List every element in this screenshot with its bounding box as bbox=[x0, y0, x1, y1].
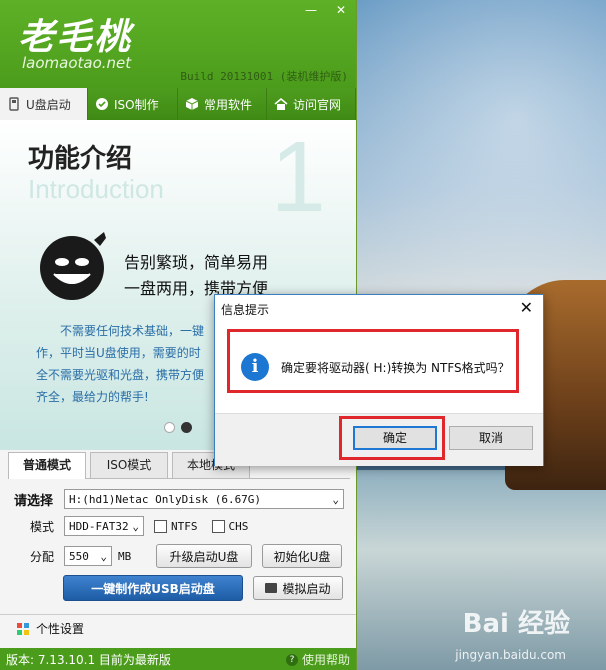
mode-row: 模式 HDD-FAT32 ⌄ NTFS CHS bbox=[30, 516, 248, 536]
box-icon bbox=[184, 96, 200, 112]
wallpaper-sea bbox=[356, 470, 606, 670]
device-label: 请选择 bbox=[14, 493, 54, 509]
usb-icon bbox=[6, 96, 22, 112]
carousel-dots bbox=[164, 422, 192, 433]
info-dialog: 信息提示 ✕ i 确定要将驱动器( H:)转换为 NTFS格式吗？ 确定 取消 bbox=[214, 294, 544, 466]
personal-settings-label: 个性设置 bbox=[36, 622, 85, 636]
tab-usb-boot[interactable]: U盘启动 bbox=[0, 88, 88, 120]
action-row: 一键制作成USB启动盘 模拟启动 bbox=[63, 575, 343, 601]
watermark-url: jingyan.baidu.com bbox=[455, 648, 566, 662]
banner-title-en: Introduction bbox=[28, 174, 164, 204]
partition-unit: MB bbox=[118, 549, 132, 563]
minimize-icon[interactable]: — bbox=[296, 0, 326, 20]
dialog-title: 信息提示 bbox=[221, 303, 270, 317]
mode-select[interactable]: HDD-FAT32 ⌄ bbox=[64, 516, 144, 536]
monitor-icon bbox=[265, 583, 278, 593]
watermark-logo: Bai 经验 bbox=[462, 609, 570, 639]
upgrade-usb-button[interactable]: 升级启动U盘 bbox=[156, 544, 252, 568]
status-bar: 版本: 7.13.10.1 目前为最新版 ? 使用帮助 bbox=[0, 648, 356, 670]
tab-iso-make[interactable]: ISO制作 bbox=[88, 88, 178, 120]
palette-icon bbox=[17, 622, 29, 635]
tab-common-software[interactable]: 常用软件 bbox=[178, 88, 267, 120]
init-usb-button[interactable]: 初始化U盘 bbox=[262, 544, 342, 568]
chevron-down-icon: ⌄ bbox=[132, 519, 139, 533]
personal-settings[interactable]: 个性设置 bbox=[0, 614, 356, 642]
app-header: 老毛桃 laomaotao.net Build 20131001 (装机维护版)… bbox=[0, 0, 356, 88]
mode-value: HDD-FAT32 bbox=[69, 519, 129, 533]
tab-usb-boot-label: U盘启动 bbox=[26, 97, 71, 112]
carousel-dot-active[interactable] bbox=[181, 422, 192, 433]
simulate-boot-button[interactable]: 模拟启动 bbox=[253, 576, 343, 600]
dialog-body: i 确定要将驱动器( H:)转换为 NTFS格式吗？ bbox=[215, 321, 543, 413]
tab-visit-site-label: 访问官网 bbox=[293, 97, 342, 112]
chevron-down-icon: ⌄ bbox=[332, 492, 339, 506]
window-controls: — ✕ bbox=[296, 0, 356, 20]
banner-title: 功能介绍 bbox=[28, 144, 133, 174]
partition-label: 分配 bbox=[30, 549, 55, 564]
home-icon bbox=[273, 96, 289, 112]
ntfs-label: NTFS bbox=[171, 519, 198, 533]
chevron-down-icon: ⌄ bbox=[100, 549, 107, 563]
disc-icon bbox=[94, 96, 110, 112]
ntfs-checkbox[interactable] bbox=[154, 519, 167, 533]
mascot-icon bbox=[40, 232, 106, 300]
tab-iso-make-label: ISO制作 bbox=[114, 97, 159, 112]
device-row: 请选择 H:(hd1)Netac OnlyDisk (6.67G) ⌄ bbox=[14, 489, 344, 509]
slogan-line-1: 告别繁琐，简单易用 bbox=[124, 253, 269, 272]
tab-iso-mode[interactable]: ISO模式 bbox=[90, 452, 168, 478]
carousel-dot[interactable] bbox=[164, 422, 175, 433]
device-value: H:(hd1)Netac OnlyDisk (6.67G) bbox=[69, 492, 262, 506]
help-link[interactable]: ? 使用帮助 bbox=[285, 651, 350, 668]
main-nav: U盘启动 ISO制作 常用软件 访问官网 bbox=[0, 88, 356, 120]
dialog-footer: 确定 取消 bbox=[215, 413, 543, 466]
help-icon: ? bbox=[285, 653, 298, 666]
chs-checkbox[interactable] bbox=[211, 519, 225, 533]
version-text: 版本: 7.13.10.1 目前为最新版 bbox=[6, 652, 171, 667]
banner-page-number: 1 bbox=[270, 121, 326, 233]
simulate-boot-label: 模拟启动 bbox=[282, 581, 331, 596]
app-logo-url: laomaotao.net bbox=[22, 54, 132, 72]
close-icon[interactable]: ✕ bbox=[520, 298, 533, 317]
partition-select[interactable]: 550 ⌄ bbox=[64, 546, 112, 566]
tab-common-software-label: 常用软件 bbox=[204, 97, 253, 112]
highlight-box-message bbox=[227, 329, 519, 393]
help-label: 使用帮助 bbox=[301, 653, 350, 667]
app-logo: 老毛桃 bbox=[18, 16, 133, 58]
make-boot-usb-button[interactable]: 一键制作成USB启动盘 bbox=[63, 575, 243, 601]
chs-label: CHS bbox=[228, 519, 249, 533]
partition-row: 分配 550 ⌄ MB 升级启动U盘 初始化U盘 bbox=[30, 544, 342, 568]
mode-label: 模式 bbox=[30, 519, 55, 534]
device-select[interactable]: H:(hd1)Netac OnlyDisk (6.67G) ⌄ bbox=[64, 489, 344, 509]
tab-visit-site[interactable]: 访问官网 bbox=[267, 88, 356, 120]
build-label: Build 20131001 (装机维护版) bbox=[180, 70, 348, 83]
close-icon[interactable]: ✕ bbox=[326, 0, 356, 20]
cancel-button[interactable]: 取消 bbox=[449, 426, 533, 450]
highlight-box-ok bbox=[339, 416, 445, 460]
partition-value: 550 bbox=[69, 549, 89, 563]
tab-normal-mode[interactable]: 普通模式 bbox=[8, 452, 86, 479]
